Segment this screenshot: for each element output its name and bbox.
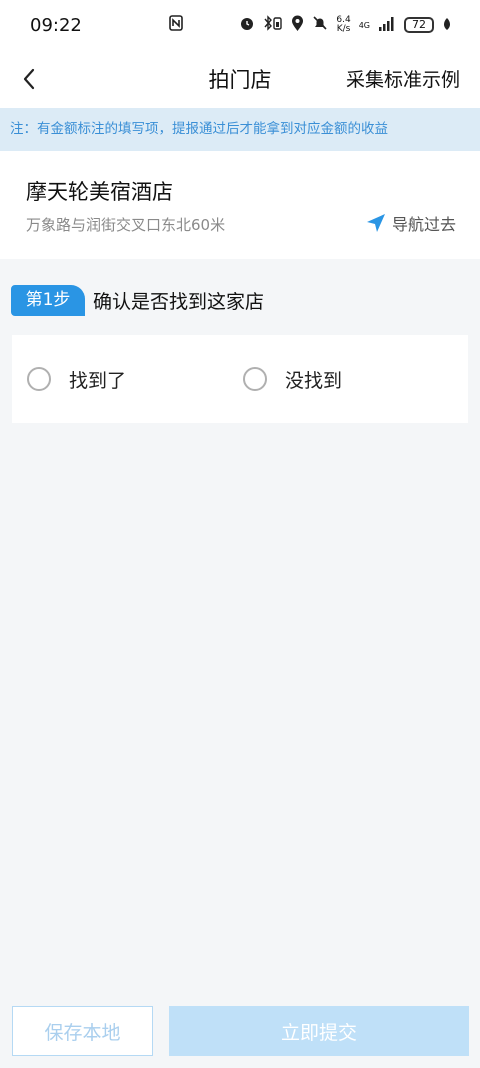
status-bar: 09:22 6.4 K/s 4G 72 xyxy=(0,0,480,50)
submit-button[interactable]: 立即提交 xyxy=(169,1006,469,1056)
status-icons: 6.4 K/s 4G 72 xyxy=(169,15,452,36)
mute-bell-icon xyxy=(312,15,328,35)
step-title: 确认是否找到这家店 xyxy=(93,291,265,313)
option-label: 找到了 xyxy=(69,369,127,392)
save-local-button[interactable]: 保存本地 xyxy=(12,1006,153,1056)
option-not-found[interactable]: 没找到 xyxy=(243,335,342,423)
radio-button[interactable] xyxy=(27,367,51,391)
collection-standard-example-link[interactable]: 采集标准示例 xyxy=(346,65,460,92)
store-address: 万象路与润街交叉口东北60米 xyxy=(26,216,226,234)
status-time: 09:22 xyxy=(30,14,82,36)
signal-icon xyxy=(378,16,396,35)
step-badge: 第1步 xyxy=(11,285,85,316)
option-label: 没找到 xyxy=(285,369,343,392)
network-speed: 6.4 K/s xyxy=(336,15,351,34)
store-card: 摩天轮美宿酒店 万象路与润街交叉口东北60米 导航过去 xyxy=(0,151,480,259)
nfc-icon xyxy=(169,15,184,35)
radio-button[interactable] xyxy=(243,367,267,391)
navigation-arrow-icon xyxy=(366,214,385,232)
location-icon xyxy=(291,15,304,36)
network-type: 4G xyxy=(358,20,370,30)
notice-banner: 注：有金额标注的填写项，提报通过后才能拿到对应金额的收益 xyxy=(0,108,480,151)
battery-indicator: 72 xyxy=(404,17,434,33)
alarm-icon xyxy=(239,15,255,35)
chevron-left-icon xyxy=(23,68,35,90)
navigate-button[interactable]: 导航过去 xyxy=(366,211,456,235)
store-name: 摩天轮美宿酒店 xyxy=(26,180,173,204)
navigation-bar: 拍门店 采集标准示例 xyxy=(0,50,480,108)
bottom-action-bar: 保存本地 立即提交 xyxy=(0,993,480,1068)
navigate-label: 导航过去 xyxy=(391,215,456,234)
option-found[interactable]: 找到了 xyxy=(27,335,126,423)
leaf-icon xyxy=(442,16,452,35)
back-button[interactable] xyxy=(16,64,46,94)
found-store-options: 找到了 没找到 xyxy=(12,335,468,423)
bluetooth-battery-icon xyxy=(263,15,283,35)
